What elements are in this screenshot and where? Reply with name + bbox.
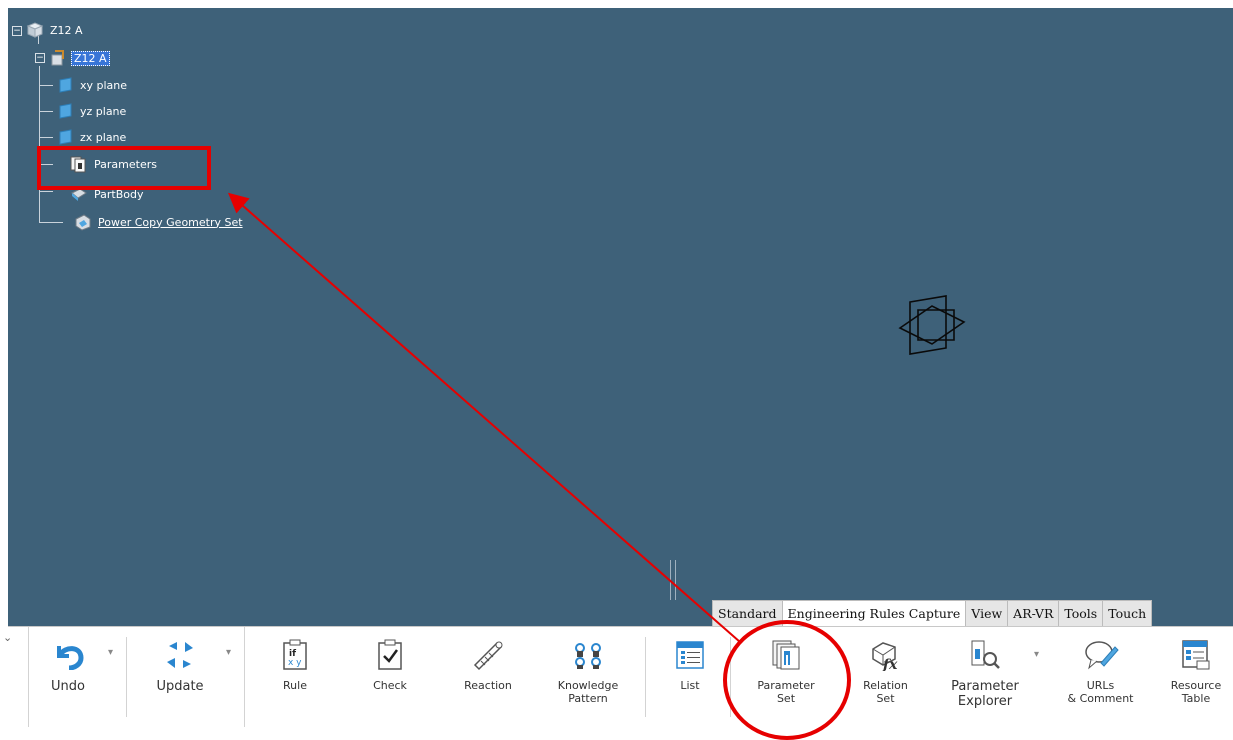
resource-table-label-2: Table (1181, 692, 1211, 705)
tab-touch[interactable]: Touch (1103, 601, 1151, 626)
plane-icon (56, 128, 74, 146)
plane-icon (56, 102, 74, 120)
reaction-button[interactable]: Reaction (458, 637, 518, 692)
geometry-set-icon (74, 213, 92, 231)
reaction-icon (470, 637, 506, 673)
tree-item-xy-plane[interactable]: xy plane (56, 75, 129, 95)
part-icon (49, 49, 67, 67)
list-label: List (680, 679, 700, 692)
plane-icon (56, 76, 74, 94)
separator (645, 637, 646, 717)
tree-part-label: Z12 A (71, 50, 110, 66)
tree-item-zx-plane[interactable]: zx plane (56, 127, 128, 147)
tree-item-label: zx plane (80, 130, 127, 144)
urls-comment-label-1: URLs (1086, 679, 1115, 692)
highlight-rectangle (37, 146, 211, 190)
parameter-explorer-dropdown-icon[interactable]: ▾ (1034, 649, 1039, 660)
parameter-explorer-button[interactable]: Parameter Explorer (950, 637, 1020, 709)
check-icon (372, 637, 408, 673)
update-label: Update (156, 679, 204, 694)
tree-root-label: Z12 A (50, 23, 83, 37)
highlight-ellipse (723, 620, 851, 740)
tree-item-label: yz plane (80, 104, 127, 118)
relation-set-icon: fx (868, 637, 904, 673)
tree-connector (39, 191, 53, 192)
tree-item-yz-plane[interactable]: yz plane (56, 101, 128, 121)
check-label: Check (373, 679, 407, 692)
tree-item-power-copy-geometry-set[interactable]: Power Copy Geometry Set (74, 212, 245, 232)
collapse-toggle[interactable]: − (12, 26, 22, 36)
tab-tools[interactable]: Tools (1059, 601, 1104, 626)
relation-set-button[interactable]: fx Relation Set (858, 637, 913, 705)
urls-comment-label-2: & Comment (1067, 692, 1134, 705)
knowledge-pattern-icon (570, 637, 606, 673)
tree-item-label: Power Copy Geometry Set (98, 215, 243, 229)
separator (28, 627, 29, 727)
update-icon (162, 637, 198, 673)
separator (126, 637, 127, 717)
rule-icon: if x y (277, 637, 313, 673)
tab-ar-vr[interactable]: AR-VR (1008, 601, 1060, 626)
update-button[interactable]: Update (150, 637, 210, 694)
list-icon (672, 637, 708, 673)
rule-label: Rule (283, 679, 307, 692)
parameter-explorer-icon (967, 637, 1003, 673)
tab-engineering-rules-capture[interactable]: Engineering Rules Capture (782, 601, 967, 626)
tree-connector (39, 85, 53, 86)
tree-item-label: xy plane (80, 78, 128, 92)
undo-icon (50, 637, 86, 673)
product-icon (26, 21, 44, 39)
axis-system-icon (898, 295, 966, 355)
collapse-toggle[interactable]: − (35, 53, 45, 63)
chevron-down-icon[interactable]: ⌄ (3, 631, 12, 644)
svg-text:x y: x y (288, 658, 302, 668)
splitter-handle[interactable] (670, 560, 676, 600)
update-dropdown-icon[interactable]: ▾ (226, 647, 231, 658)
knowledge-pattern-label-2: Pattern (568, 692, 608, 705)
resource-table-label-1: Resource (1170, 679, 1222, 692)
tree-connector (39, 111, 53, 112)
knowledge-pattern-button[interactable]: Knowledge Pattern (553, 637, 623, 705)
undo-label: Undo (51, 679, 85, 694)
separator (244, 627, 245, 727)
tree-connector (39, 66, 41, 222)
tree-part[interactable]: Z12 A (49, 48, 110, 68)
list-button[interactable]: List (670, 637, 710, 692)
tree-root[interactable]: Z12 A (26, 20, 85, 40)
tree-connector (39, 137, 53, 138)
relation-set-label-2: Set (876, 692, 895, 705)
tab-view[interactable]: View (966, 601, 1009, 626)
undo-dropdown-icon[interactable]: ▾ (108, 647, 113, 658)
comment-icon (1083, 637, 1119, 673)
3d-viewport[interactable]: − Z12 A − Z12 A xy plane yz plane zx pla… (8, 8, 1233, 626)
relation-set-label-1: Relation (863, 679, 908, 692)
tree-connector (39, 222, 63, 223)
urls-comment-button[interactable]: URLs & Comment (1063, 637, 1138, 705)
action-bar: ⌄ Undo ▾ Update ▾ if x y Rule Check React… (3, 626, 1233, 736)
knowledge-pattern-label-1: Knowledge (557, 679, 619, 692)
parameter-explorer-label-2: Explorer (957, 694, 1013, 709)
resource-table-button[interactable]: Resource Table (1166, 637, 1226, 705)
resource-table-icon (1178, 637, 1214, 673)
undo-button[interactable]: Undo (38, 637, 98, 694)
check-button[interactable]: Check (365, 637, 415, 692)
parameter-explorer-label-1: Parameter (951, 679, 1019, 694)
svg-text:fx: fx (882, 657, 898, 671)
reaction-label: Reaction (464, 679, 512, 692)
rule-button[interactable]: if x y Rule (270, 637, 320, 692)
